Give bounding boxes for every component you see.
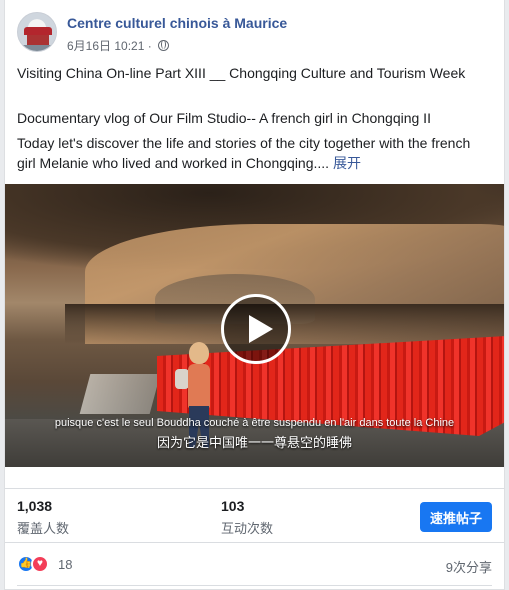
divider xyxy=(17,585,492,586)
post-header: Centre culturel chinois à Maurice 6月16日 … xyxy=(17,12,492,56)
video-player[interactable]: puisque c'est le seul Bouddha couché à ê… xyxy=(5,184,504,467)
page-avatar[interactable] xyxy=(17,12,57,52)
video-subtitle-french: puisque c'est le seul Bouddha couché à ê… xyxy=(54,417,455,429)
love-icon: ♥ xyxy=(31,555,49,573)
video-person-bag xyxy=(175,369,189,389)
post-text-description: Today let's discover the life and storie… xyxy=(17,133,492,173)
video-stones xyxy=(79,374,161,414)
globe-icon[interactable] xyxy=(158,40,170,51)
page-name-link[interactable]: Centre culturel chinois à Maurice xyxy=(67,15,287,31)
engagement-value: 103 xyxy=(221,498,245,514)
meta-separator: · xyxy=(144,39,156,53)
video-person-body xyxy=(188,364,210,408)
post-card: Centre culturel chinois à Maurice 6月16日 … xyxy=(4,0,505,590)
play-icon[interactable] xyxy=(221,294,291,364)
reach-value: 1,038 xyxy=(17,498,53,514)
post-timestamp[interactable]: 6月16日 10:21 xyxy=(67,39,144,53)
post-insights: 1,038 覆盖人数 103 互动次数 速推帖子 xyxy=(17,498,492,540)
video-subtitle-chinese: 因为它是中国唯一一尊悬空的睡佛 xyxy=(156,435,352,450)
boost-post-button[interactable]: 速推帖子 xyxy=(420,502,492,532)
divider xyxy=(5,488,504,489)
video-person-head xyxy=(189,342,209,364)
see-more-link[interactable]: 展开 xyxy=(333,155,361,171)
post-text-title: Visiting China On-line Part XIII __ Chon… xyxy=(17,65,466,81)
reach-label: 覆盖人数 xyxy=(17,521,70,536)
engagement-label: 互动次数 xyxy=(221,521,274,536)
avatar-roof xyxy=(24,27,52,35)
post-text-subtitle: Documentary vlog of Our Film Studio-- A … xyxy=(17,110,431,126)
post-description-body: Today let's discover the life and storie… xyxy=(17,135,471,171)
reach-stat[interactable]: 1,038 覆盖人数 xyxy=(17,498,69,537)
divider xyxy=(5,542,504,543)
post-meta: 6月16日 10:21 · xyxy=(67,37,170,54)
share-count-link[interactable]: 9次分享 xyxy=(446,557,492,576)
engagement-stat[interactable]: 103 互动次数 xyxy=(221,498,273,537)
avatar-base xyxy=(22,45,54,51)
reaction-count: 18 xyxy=(58,557,73,572)
